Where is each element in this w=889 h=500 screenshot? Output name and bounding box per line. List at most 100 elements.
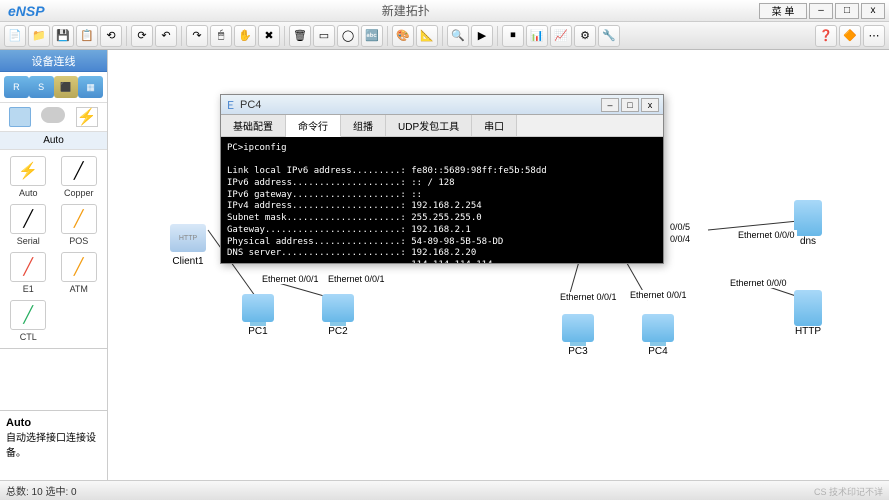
node-label: dns <box>800 236 816 247</box>
sidebar: 设备连线 R S ⬛ ▦ ⚡ Auto ⚡Auto ╱Copper ╱Seria… <box>0 50 108 480</box>
port-label: Ethernet 0/0/1 <box>558 292 619 302</box>
desc-title: Auto <box>6 417 31 429</box>
conn-serial[interactable]: ╱Serial <box>4 202 53 248</box>
switch-icon[interactable]: S <box>29 76 54 98</box>
atm-icon: ╱ <box>61 252 97 282</box>
tools-icon[interactable]: ⚙ <box>574 25 596 47</box>
tab-multicast[interactable]: 组播 <box>341 115 386 136</box>
titlebar: eNSP 新建拓扑 菜 单 – □ x <box>0 0 889 22</box>
select-icon[interactable]: ↷ <box>186 25 208 47</box>
device-row-1: R S ⬛ ▦ <box>0 72 107 103</box>
conn-auto[interactable]: ⚡Auto <box>4 154 53 200</box>
conn-e1[interactable]: ╱E1 <box>4 250 53 296</box>
delete-icon[interactable]: ✋ <box>234 25 256 47</box>
huawei-icon[interactable]: 🔶 <box>839 25 861 47</box>
wlan-icon[interactable]: ⬛ <box>54 76 79 98</box>
menu-button[interactable]: 菜 单 <box>759 3 807 19</box>
save-icon[interactable]: 💾 <box>52 25 74 47</box>
node-label: PC3 <box>568 346 587 357</box>
cloud-device-icon[interactable] <box>41 107 65 123</box>
conn-atm[interactable]: ╱ATM <box>55 250 104 296</box>
minimize-button[interactable]: – <box>809 3 833 19</box>
pan-icon[interactable]: 🖱 <box>210 25 232 47</box>
port-label: Ethernet 0/0/0 <box>736 230 797 240</box>
cloud-icon[interactable]: 🔧 <box>598 25 620 47</box>
pc-window-icon: Ｅ <box>225 97 236 113</box>
ctl-icon: ╱ <box>10 300 46 330</box>
e1-icon: ╱ <box>10 252 46 282</box>
node-pc3[interactable]: PC3 <box>558 310 598 357</box>
app-logo: eNSP <box>0 3 53 19</box>
capture-icon[interactable]: ⏹ <box>502 25 524 47</box>
statusbar: 总数: 10 选中: 0 <box>0 480 889 500</box>
router-icon[interactable]: R <box>4 76 29 98</box>
port-label: 0/0/4 <box>668 234 692 244</box>
device-row-2: ⚡ <box>0 103 107 132</box>
connection-icon[interactable]: ⚡ <box>76 107 98 127</box>
pc-minimize-button[interactable]: – <box>601 98 619 112</box>
maximize-button[interactable]: □ <box>835 3 859 19</box>
node-pc2[interactable]: PC2 <box>318 290 358 337</box>
client-icon: HTTP <box>170 224 206 252</box>
more-icon[interactable]: ⋯ <box>863 25 885 47</box>
node-label: PC1 <box>248 326 267 337</box>
connection-grid: ⚡Auto ╱Copper ╱Serial ╱POS ╱E1 ╱ATM ╱CTL <box>0 150 107 348</box>
conn-ctl[interactable]: ╱CTL <box>4 298 53 344</box>
open-icon[interactable]: 📁 <box>28 25 50 47</box>
pc-device-icon[interactable] <box>9 107 31 127</box>
port-label: Ethernet 0/0/0 <box>728 278 789 288</box>
tab-serial[interactable]: 串口 <box>472 115 517 136</box>
sidebar-description: Auto 自动选择接口连接设备。 <box>0 410 107 480</box>
node-label: PC2 <box>328 326 347 337</box>
node-pc4[interactable]: PC4 <box>638 310 678 357</box>
tab-basic-config[interactable]: 基础配置 <box>221 115 286 136</box>
new-icon[interactable]: 📄 <box>4 25 26 47</box>
stats-icon[interactable]: 📊 <box>526 25 548 47</box>
close-button[interactable]: x <box>861 3 885 19</box>
node-http[interactable]: HTTP <box>788 290 828 337</box>
pc-icon <box>322 294 354 322</box>
pc-close-button[interactable]: x <box>641 98 659 112</box>
sidebar-category[interactable]: Auto <box>0 132 107 150</box>
text-icon[interactable]: ◯ <box>337 25 359 47</box>
server-icon <box>794 290 822 326</box>
palette-icon[interactable]: 🔤 <box>361 25 383 47</box>
node-label: Client1 <box>172 256 203 267</box>
copper-icon: ╱ <box>61 156 97 186</box>
undo-icon[interactable]: ⟳ <box>131 25 153 47</box>
grid-icon[interactable]: 🎨 <box>392 25 414 47</box>
firewall-icon[interactable]: ▦ <box>78 76 103 98</box>
clear-icon[interactable]: ✖ <box>258 25 280 47</box>
stop-icon[interactable]: ▶ <box>471 25 493 47</box>
settings-icon[interactable]: 📈 <box>550 25 572 47</box>
auto-icon: ⚡ <box>10 156 46 186</box>
port-label: Ethernet 0/0/1 <box>260 274 321 284</box>
tab-command-line[interactable]: 命令行 <box>286 115 341 137</box>
node-client1[interactable]: HTTP Client1 <box>168 220 208 267</box>
zoom-icon[interactable]: 📐 <box>416 25 438 47</box>
pc-icon <box>562 314 594 342</box>
start-icon[interactable]: 🔍 <box>447 25 469 47</box>
watermark: CS 技术印记不详 <box>814 485 883 498</box>
pc-maximize-button[interactable]: □ <box>621 98 639 112</box>
terminal-output[interactable]: PC>ipconfig Link local IPv6 address.....… <box>221 137 663 263</box>
pc-icon <box>642 314 674 342</box>
print-icon[interactable]: ⟲ <box>100 25 122 47</box>
serial-icon: ╱ <box>10 204 46 234</box>
server-icon <box>794 200 822 236</box>
redo-icon[interactable]: ↶ <box>155 25 177 47</box>
node-label: HTTP <box>795 326 821 337</box>
help-icon[interactable]: ❓ <box>815 25 837 47</box>
conn-copper[interactable]: ╱Copper <box>55 154 104 200</box>
tab-udp-tool[interactable]: UDP发包工具 <box>386 115 472 136</box>
conn-pos[interactable]: ╱POS <box>55 202 104 248</box>
rect-icon[interactable]: 🗑 <box>289 25 311 47</box>
saveas-icon[interactable]: 📋 <box>76 25 98 47</box>
node-pc1[interactable]: PC1 <box>238 290 278 337</box>
pc-window-titlebar[interactable]: Ｅ PC4 – □ x <box>221 95 663 115</box>
ellipse-icon[interactable]: ▭ <box>313 25 335 47</box>
pc-icon <box>242 294 274 322</box>
pc4-window[interactable]: Ｅ PC4 – □ x 基础配置 命令行 组播 UDP发包工具 串口 PC>ip… <box>220 94 664 264</box>
pos-icon: ╱ <box>61 204 97 234</box>
port-label: Ethernet 0/0/1 <box>628 290 689 300</box>
